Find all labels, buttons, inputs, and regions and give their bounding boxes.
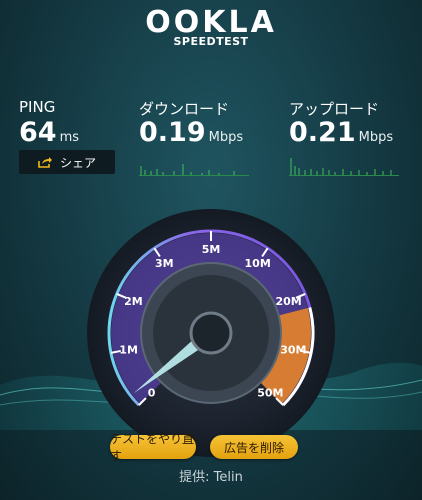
gauge-tick-label: 0 [148, 386, 156, 399]
gauge-tick-label: 30M [280, 343, 306, 356]
remove-ads-button[interactable]: 広告を削除 [210, 435, 298, 459]
gauge-tick-label: 20M [275, 295, 301, 308]
gauge-tick-label: 10M [245, 257, 271, 270]
retest-button[interactable]: テストをやり直す [110, 432, 196, 463]
gauge-tick-label: 2M [124, 295, 143, 308]
gauge-tick-label: 1M [119, 343, 138, 356]
gauge-tick-label: 5M [202, 243, 221, 256]
provider-label: 提供: Telin [179, 470, 243, 485]
speed-gauge: 0 1M 2M 3M 5M 10M 20M 30M 50M [87, 209, 335, 457]
gauge-tick-label: 3M [155, 257, 174, 270]
gauge-hub [189, 311, 233, 355]
gauge-tick-label: 50M [257, 386, 283, 399]
